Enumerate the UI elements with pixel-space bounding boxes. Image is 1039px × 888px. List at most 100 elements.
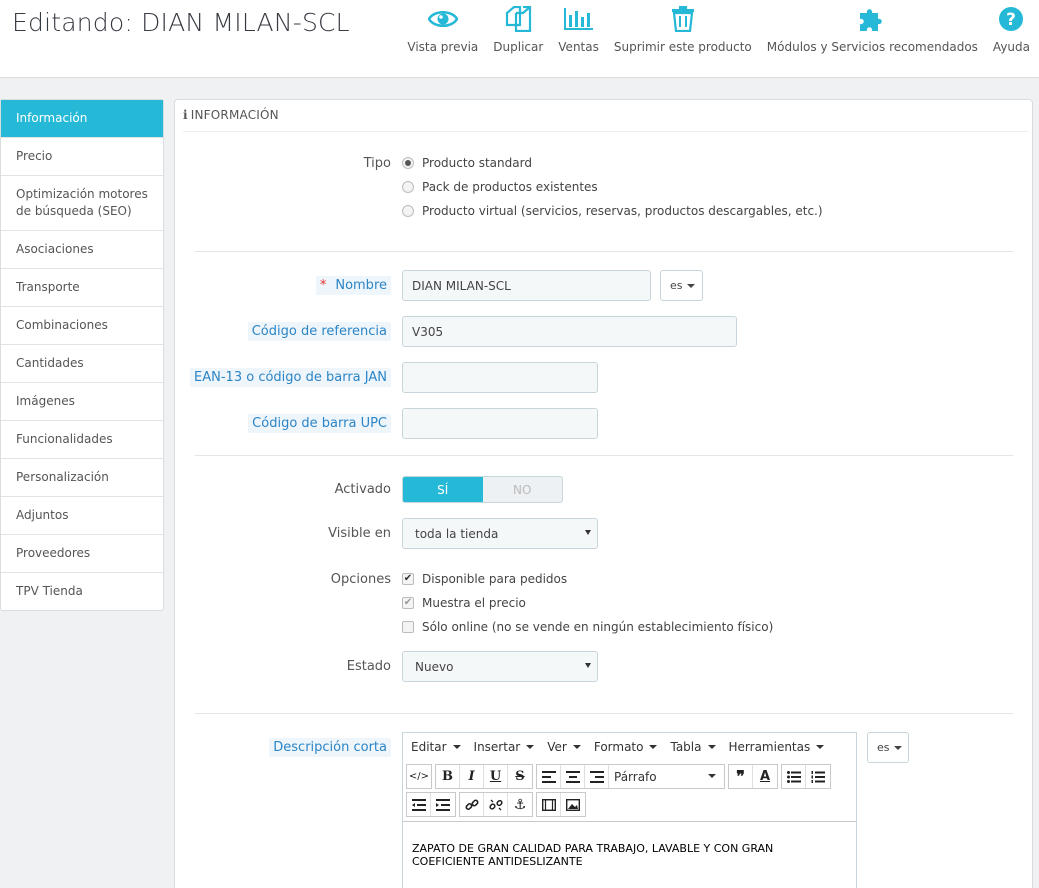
trash-icon [668,4,698,34]
numbered-list-icon[interactable] [806,765,830,788]
checkbox-disponible-pedidos[interactable]: ✔ Disponible para pedidos [402,572,567,586]
strikethrough-icon[interactable]: S [508,765,532,788]
sidebar-item-funcionalidades[interactable]: Funcionalidades [1,421,163,459]
menu-formato[interactable]: Formato [594,740,658,754]
block-format-select[interactable]: Párrafo [609,765,724,788]
descripcion-language-button[interactable]: es [867,732,909,763]
indent-icon[interactable] [431,793,455,816]
radio-producto-standard[interactable]: Producto standard [402,156,532,170]
sidebar-item-precio[interactable]: Precio [1,138,163,176]
sales-button[interactable]: Ventas [558,4,599,60]
radio-pack-productos[interactable]: Pack de productos existentes [402,180,598,194]
toolbar: Vista previa Duplicar Ventas Suprimir es… [392,4,1030,60]
radio-dot [402,205,414,217]
chevron-down-icon [649,744,658,749]
dropdown-arrow-icon [585,530,591,535]
align-center-icon[interactable] [561,765,585,788]
preview-button[interactable]: Vista previa [407,4,478,60]
video-icon[interactable] [537,793,561,816]
delete-product-button[interactable]: Suprimir este producto [614,4,752,60]
nombre-label: * Nombre [315,276,391,295]
duplicate-icon [503,4,533,34]
image-icon[interactable] [561,793,585,816]
divider [195,251,1013,252]
checkbox-muestra-precio[interactable]: ✔ Muestra el precio [402,596,526,610]
duplicate-button[interactable]: Duplicar [493,4,543,60]
menu-editar[interactable]: Editar [411,740,461,754]
menu-herramientas[interactable]: Herramientas [729,740,825,754]
page-title: Editando: DIAN MILAN-SCL [12,8,350,37]
recommended-modules-button[interactable]: Módulos y Servicios recomendados [767,4,978,60]
ean13-label: EAN-13 o código de barra JAN [190,368,391,387]
checkmark-icon: ✔ [402,597,414,609]
checkbox-solo-online[interactable]: Sólo online (no se vende en ningún estab… [402,620,773,634]
checkbox-box [402,621,414,633]
anchor-icon[interactable]: ⚓ [508,793,532,816]
chevron-down-icon [893,745,902,750]
menu-tabla[interactable]: Tabla [670,740,716,754]
menu-ver[interactable]: Ver [547,740,581,754]
short-description-content[interactable]: ZAPATO DE GRAN CALIDAD PARA TRABAJO, LAV… [403,821,856,888]
activado-yes[interactable]: SÍ [403,477,483,502]
underline-icon[interactable]: U [484,765,508,788]
eye-icon [427,4,458,34]
menu-insertar[interactable]: Insertar [474,740,535,754]
sidebar-item-imagenes[interactable]: Imágenes [1,383,163,421]
text-color-icon[interactable]: A [753,765,777,788]
blockquote-icon[interactable]: ❞ [729,765,753,788]
info-icon: i [183,108,188,122]
estado-select[interactable]: Nuevo [402,651,598,682]
activado-toggle[interactable]: SÍ NO [402,476,563,503]
bar-chart-icon [563,4,594,34]
bold-icon[interactable]: B [436,765,460,788]
sidebar-item-tpv-tienda[interactable]: TPV Tienda [1,573,163,610]
ean13-input[interactable] [402,362,598,393]
visible-label: Visible en [328,526,391,541]
chevron-down-icon [816,744,825,749]
italic-icon[interactable]: I [460,765,484,788]
link-icon[interactable] [460,793,484,816]
sidebar-item-cantidades[interactable]: Cantidades [1,345,163,383]
nombre-input[interactable]: DIAN MILAN-SCL [402,270,651,301]
visible-select[interactable]: toda la tienda [402,518,598,549]
chevron-down-icon [708,774,716,778]
checkmark-icon: ✔ [402,573,414,585]
opciones-label: Opciones [330,572,391,587]
sidebar-item-transporte[interactable]: Transporte [1,269,163,307]
help-icon: ? [996,4,1026,34]
align-left-icon[interactable] [537,765,561,788]
outdent-icon[interactable] [407,793,431,816]
descripcion-corta-label: Descripción corta [269,738,391,757]
unlink-icon[interactable] [484,793,508,816]
product-tabs-sidebar: Información Precio Optimización motores … [0,99,164,611]
align-right-icon[interactable] [585,765,609,788]
radio-dot [402,157,414,169]
bullet-list-icon[interactable] [782,765,806,788]
chevron-down-icon [526,744,535,749]
panel-heading: i INFORMACIÓN [183,100,1028,132]
help-button[interactable]: ? Ayuda [993,4,1030,60]
sidebar-item-asociaciones[interactable]: Asociaciones [1,231,163,269]
sidebar-item-personalizacion[interactable]: Personalización [1,459,163,497]
upc-label: Código de barra UPC [248,414,391,433]
radio-dot [402,181,414,193]
chevron-down-icon [572,744,581,749]
sidebar-item-seo[interactable]: Optimización motores de búsqueda (SEO) [1,176,163,231]
chevron-down-icon [452,744,461,749]
dropdown-arrow-icon [585,663,591,668]
sidebar-item-proveedores[interactable]: Proveedores [1,535,163,573]
referencia-input[interactable]: V305 [402,316,737,347]
activado-no[interactable]: NO [483,477,563,502]
divider [195,713,1013,714]
nombre-language-button[interactable]: es [660,270,703,301]
source-code-icon[interactable]: </> [407,765,431,788]
sidebar-item-combinaciones[interactable]: Combinaciones [1,307,163,345]
estado-label: Estado [346,659,391,674]
upc-input[interactable] [402,408,598,439]
editor-menubar: Editar Insertar Ver Formato Tabla Herram… [403,733,856,760]
editor-toolbar-row-2: ⚓ [406,792,589,817]
radio-producto-virtual[interactable]: Producto virtual (servicios, reservas, p… [402,204,823,218]
sidebar-item-informacion[interactable]: Información [1,100,163,138]
sidebar-item-adjuntos[interactable]: Adjuntos [1,497,163,535]
puzzle-icon [857,4,887,34]
